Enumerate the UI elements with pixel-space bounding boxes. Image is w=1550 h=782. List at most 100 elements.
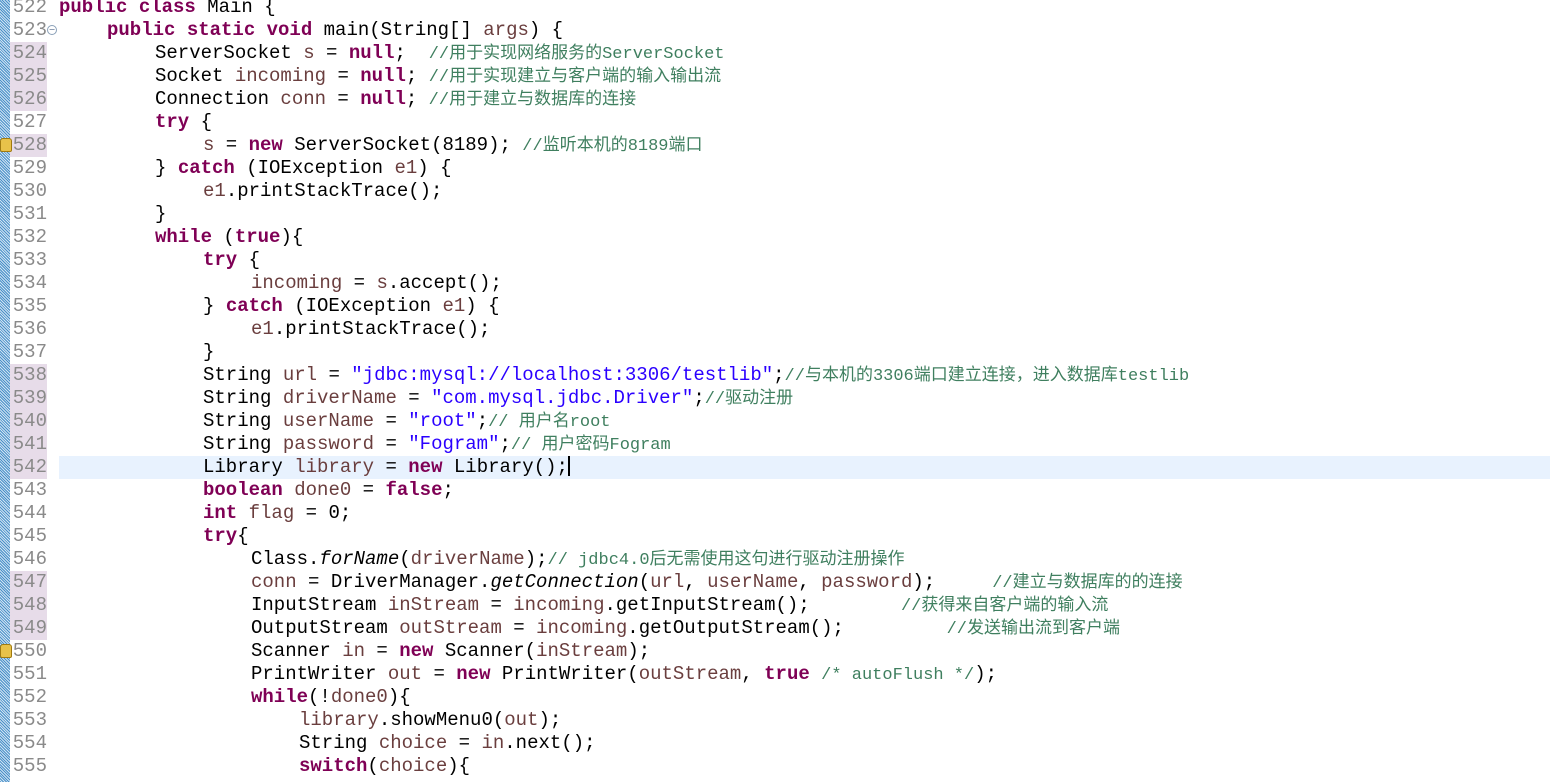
code-text[interactable]: while(!done0){: [59, 686, 1550, 709]
code-text[interactable]: public class Main {: [59, 0, 1550, 19]
line-number: 522: [12, 0, 47, 18]
code-text[interactable]: PrintWriter out = new PrintWriter(outStr…: [59, 663, 1550, 686]
code-text[interactable]: s = new ServerSocket(8189); //监听本机的8189端…: [59, 134, 1550, 157]
warning-icon[interactable]: [0, 138, 12, 152]
code-line[interactable]: 550 Scanner in = new Scanner(inStream);: [0, 640, 1550, 663]
code-line[interactable]: 536 e1.printStackTrace();: [0, 318, 1550, 341]
code-lines[interactable]: 522 public class Main {523− public static …: [0, 0, 1550, 778]
code-text[interactable]: }: [59, 341, 1550, 364]
code-text: String: [299, 732, 379, 754]
code-text[interactable]: Socket incoming = null; //用于实现建立与客户端的输入输…: [59, 65, 1550, 88]
warning-icon[interactable]: [0, 644, 12, 658]
code-text[interactable]: try{: [59, 525, 1550, 548]
code-text[interactable]: String driverName = "com.mysql.jdbc.Driv…: [59, 387, 1550, 410]
code-line[interactable]: 538 String url = "jdbc:mysql://localhost:…: [0, 364, 1550, 387]
keyword: try: [155, 111, 190, 133]
code-editor[interactable]: 522 public class Main {523− public static …: [0, 0, 1550, 782]
code-text[interactable]: conn = DriverManager.getConnection(url, …: [59, 571, 1550, 594]
code-text: {: [237, 249, 261, 271]
code-text[interactable]: InputStream inStream = incoming.getInput…: [59, 594, 1550, 617]
code-text: ,: [798, 571, 822, 593]
code-line[interactable]: 548 InputStream inStream = incoming.getIn…: [0, 594, 1550, 617]
code-text: .accept();: [387, 272, 502, 294]
code-text: InputStream: [251, 594, 388, 616]
code-line[interactable]: 528 s = new ServerSocket(8189); //监听本机的81…: [0, 134, 1550, 157]
code-line[interactable]: 530 e1.printStackTrace();: [0, 180, 1550, 203]
code-text[interactable]: Class.forName(driverName);// jdbc4.0后无需使…: [59, 548, 1550, 571]
code-text[interactable]: incoming = s.accept();: [59, 272, 1550, 295]
code-text[interactable]: String password = "Fogram";// 用户密码Fogram: [59, 433, 1550, 456]
code-line[interactable]: 525 Socket incoming = null; //用于实现建立与客户端的…: [0, 65, 1550, 88]
code-line[interactable]: 524 ServerSocket s = null; //用于实现网络服务的Ser…: [0, 42, 1550, 65]
code-text[interactable]: Connection conn = null; //用于建立与数据库的连接: [59, 88, 1550, 111]
code-line[interactable]: 543 boolean done0 = false;: [0, 479, 1550, 502]
code-text: =: [326, 65, 361, 87]
code-line[interactable]: 554 String choice = in.next();: [0, 732, 1550, 755]
code-line[interactable]: 529} catch (IOException e1) {: [0, 157, 1550, 180]
code-text[interactable]: e1.printStackTrace();: [59, 180, 1550, 203]
code-text[interactable]: try {: [59, 111, 1550, 134]
keyword: public class: [59, 0, 196, 18]
variable: password: [282, 433, 375, 455]
code-text[interactable]: e1.printStackTrace();: [59, 318, 1550, 341]
code-line[interactable]: 547 conn = DriverManager.getConnection(ur…: [0, 571, 1550, 594]
code-line[interactable]: 523− public static void main(String[] arg…: [0, 19, 1550, 42]
code-text[interactable]: library.showMenu0(out);: [59, 709, 1550, 732]
code-text[interactable]: int flag = 0;: [59, 502, 1550, 525]
line-number: 548: [10, 594, 47, 617]
fold-collapse-icon[interactable]: −: [47, 25, 57, 35]
variable: args: [483, 19, 529, 41]
code-text[interactable]: String userName = "root";// 用户名root: [59, 410, 1550, 433]
code-text[interactable]: boolean done0 = false;: [59, 479, 1550, 502]
code-line[interactable]: 555 switch(choice){: [0, 755, 1550, 778]
code-line[interactable]: 537}: [0, 341, 1550, 364]
code-text[interactable]: while (true){: [59, 226, 1550, 249]
code-line[interactable]: 542 Library library = new Library();: [0, 456, 1550, 479]
code-text[interactable]: public static void main(String[] args) {: [59, 19, 1550, 42]
variable: password: [821, 571, 913, 593]
code-line[interactable]: 541 String password = "Fogram";// 用户密码Fog…: [0, 433, 1550, 456]
code-text[interactable]: String url = "jdbc:mysql://localhost:330…: [59, 364, 1550, 387]
code-text[interactable]: }: [59, 203, 1550, 226]
variable: in: [342, 640, 366, 662]
variable: outStream: [399, 617, 502, 639]
variable: s: [203, 134, 215, 156]
code-line[interactable]: 534 incoming = s.accept();: [0, 272, 1550, 295]
code-text: ){: [387, 686, 411, 708]
variable: s: [376, 272, 388, 294]
code-line[interactable]: 551 PrintWriter out = new PrintWriter(out…: [0, 663, 1550, 686]
code-line[interactable]: 526 Connection conn = null; //用于建立与数据库的连接: [0, 88, 1550, 111]
code-line[interactable]: 544 int flag = 0;: [0, 502, 1550, 525]
code-line[interactable]: 532 while (true){: [0, 226, 1550, 249]
code-line[interactable]: 531}: [0, 203, 1550, 226]
variable: inStream: [387, 594, 480, 616]
code-text[interactable]: String choice = in.next();: [59, 732, 1550, 755]
code-text[interactable]: try {: [59, 249, 1550, 272]
code-line[interactable]: 522 public class Main {: [0, 0, 1550, 19]
code-text: Library: [203, 456, 295, 478]
code-text[interactable]: OutputStream outStream = incoming.getOut…: [59, 617, 1550, 640]
code-text: =: [214, 134, 249, 156]
comment: // 用户密码Fogram: [510, 436, 671, 455]
code-text[interactable]: Library library = new Library();: [59, 456, 1550, 479]
code-line[interactable]: 539 String driverName = "com.mysql.jdbc.D…: [0, 387, 1550, 410]
code-line[interactable]: 535} catch (IOException e1) {: [0, 295, 1550, 318]
code-text[interactable]: switch(choice){: [59, 755, 1550, 778]
code-text: =: [447, 732, 482, 754]
code-text[interactable]: Scanner in = new Scanner(inStream);: [59, 640, 1550, 663]
code-line[interactable]: 552 while(!done0){: [0, 686, 1550, 709]
code-line[interactable]: 540 String userName = "root";// 用户名root: [0, 410, 1550, 433]
code-text: ;: [405, 88, 429, 110]
code-line[interactable]: 546 Class.forName(driverName);// jdbc4.0后…: [0, 548, 1550, 571]
code-text[interactable]: } catch (IOException e1) {: [59, 157, 1550, 180]
code-text[interactable]: } catch (IOException e1) {: [59, 295, 1550, 318]
code-text: String: [203, 433, 283, 455]
code-line[interactable]: 527 try {: [0, 111, 1550, 134]
code-text[interactable]: ServerSocket s = null; //用于实现网络服务的Server…: [59, 42, 1550, 65]
code-line[interactable]: 549 OutputStream outStream = incoming.get…: [0, 617, 1550, 640]
code-line[interactable]: 553 library.showMenu0(out);: [0, 709, 1550, 732]
code-line[interactable]: 545 try{: [0, 525, 1550, 548]
code-line[interactable]: 533 try {: [0, 249, 1550, 272]
text-caret: [567, 456, 570, 476]
